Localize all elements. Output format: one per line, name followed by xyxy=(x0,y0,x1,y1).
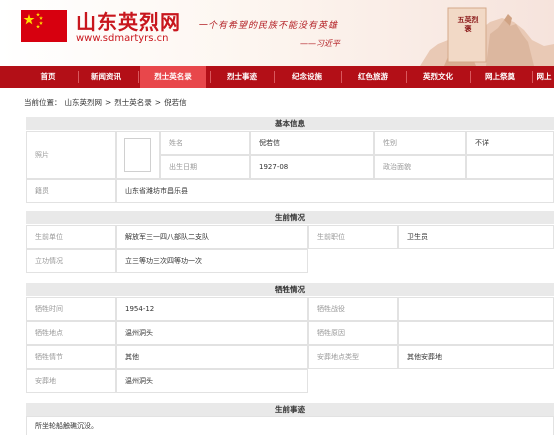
sacrifice-place-value: 温州洞头 xyxy=(116,321,308,345)
gender-label: 性别 xyxy=(374,131,466,155)
nav-divider xyxy=(274,71,275,83)
nav-divider xyxy=(210,71,211,83)
nav-item-martyrs-deeds[interactable]: 烈士事迹 xyxy=(212,66,272,88)
unit-value: 解放军三一四八部队二支队 xyxy=(116,225,308,249)
breadcrumb-separator: > xyxy=(105,98,112,107)
sacrifice-place-label: 牺牲地点 xyxy=(26,321,116,345)
nav-item-online[interactable]: 网上 xyxy=(534,66,554,88)
main-nav: 首页 新闻资讯 烈士英名录 烈士事迹 纪念设施 红色旅游 英烈文化 网上祭奠 网… xyxy=(0,66,554,88)
unit-label: 生前单位 xyxy=(26,225,116,249)
section-sacrifice-info-title: 牺牲情况 xyxy=(26,283,554,296)
name-label: 姓名 xyxy=(160,131,250,155)
china-flag-icon xyxy=(21,10,67,42)
site-name[interactable]: 山东英烈网 xyxy=(76,6,181,35)
monument-inscription: 五英烈褒 xyxy=(457,16,479,33)
hometown-value: 山东省潍坊市昌乐县 xyxy=(116,179,554,203)
photo-label: 照片 xyxy=(26,131,116,179)
burial-type-label: 安葬地点类型 xyxy=(308,345,398,369)
section-basic-info-title: 基本信息 xyxy=(26,117,554,130)
slogan: 一个有希望的民族不能没有英雄 xyxy=(198,21,339,31)
nav-divider xyxy=(532,71,533,83)
gender-value: 不详 xyxy=(466,131,554,155)
martyr-photo xyxy=(124,138,151,172)
nav-item-online-memorial[interactable]: 网上祭奠 xyxy=(472,66,528,88)
monument-icon xyxy=(420,7,554,66)
breadcrumb-martyrs-list[interactable]: 烈士英名录 xyxy=(114,98,152,107)
birth-label: 出生日期 xyxy=(160,155,250,179)
sacrifice-detail-value: 其他 xyxy=(116,345,308,369)
burial-label: 安葬地 xyxy=(26,369,116,393)
breadcrumb-separator: > xyxy=(154,98,162,107)
deeds-text: 所坐轮船触礁沉没。 xyxy=(26,416,554,435)
sacrifice-reason-label: 牺牲原因 xyxy=(308,321,398,345)
nav-item-martyrs-list[interactable]: 烈士英名录 xyxy=(140,66,206,88)
section-life-info-title: 生前情况 xyxy=(26,211,554,224)
breadcrumb: 当前位置： 山东英烈网 > 烈士英名录 > 倪若信 xyxy=(24,97,190,108)
site-header: 山东英烈网 www.sdmartyrs.cn 一个有希望的民族不能没有英雄 ——… xyxy=(0,0,554,66)
sacrifice-time-value: 1954-12 xyxy=(116,297,308,321)
breadcrumb-home[interactable]: 山东英烈网 xyxy=(65,98,103,107)
nav-item-home[interactable]: 首页 xyxy=(24,66,72,88)
sacrifice-reason-value xyxy=(398,321,554,345)
breadcrumb-current: 倪若信 xyxy=(164,98,187,107)
burial-value: 温州洞头 xyxy=(116,369,308,393)
nav-divider xyxy=(406,71,407,83)
sacrifice-battle-label: 牺牲战役 xyxy=(308,297,398,321)
breadcrumb-prefix: 当前位置： xyxy=(24,98,62,107)
nav-divider xyxy=(138,71,139,83)
site-url: www.sdmartyrs.cn xyxy=(76,33,169,44)
nav-item-news[interactable]: 新闻资讯 xyxy=(80,66,132,88)
name-value: 倪若信 xyxy=(250,131,374,155)
merit-value: 立三等功三次四等功一次 xyxy=(116,249,308,273)
merit-label: 立功情况 xyxy=(26,249,116,273)
nav-item-hero-culture[interactable]: 英烈文化 xyxy=(408,66,468,88)
slogan-author: ——习近平 xyxy=(300,39,340,48)
section-deeds-title: 生前事迹 xyxy=(26,403,554,416)
nav-item-memorials[interactable]: 纪念设施 xyxy=(276,66,338,88)
sacrifice-battle-value xyxy=(398,297,554,321)
political-label: 政治面貌 xyxy=(374,155,466,179)
burial-type-value: 其他安葬地 xyxy=(398,345,554,369)
sacrifice-time-label: 牺牲时间 xyxy=(26,297,116,321)
position-label: 生前职位 xyxy=(308,225,398,249)
position-value: 卫生员 xyxy=(398,225,554,249)
hometown-label: 籍贯 xyxy=(26,179,116,203)
political-value xyxy=(466,155,554,179)
nav-item-red-tourism[interactable]: 红色旅游 xyxy=(343,66,403,88)
nav-divider xyxy=(341,71,342,83)
nav-divider xyxy=(470,71,471,83)
nav-divider xyxy=(78,71,79,83)
sacrifice-detail-label: 牺牲情节 xyxy=(26,345,116,369)
birth-value: 1927-08 xyxy=(250,155,374,179)
